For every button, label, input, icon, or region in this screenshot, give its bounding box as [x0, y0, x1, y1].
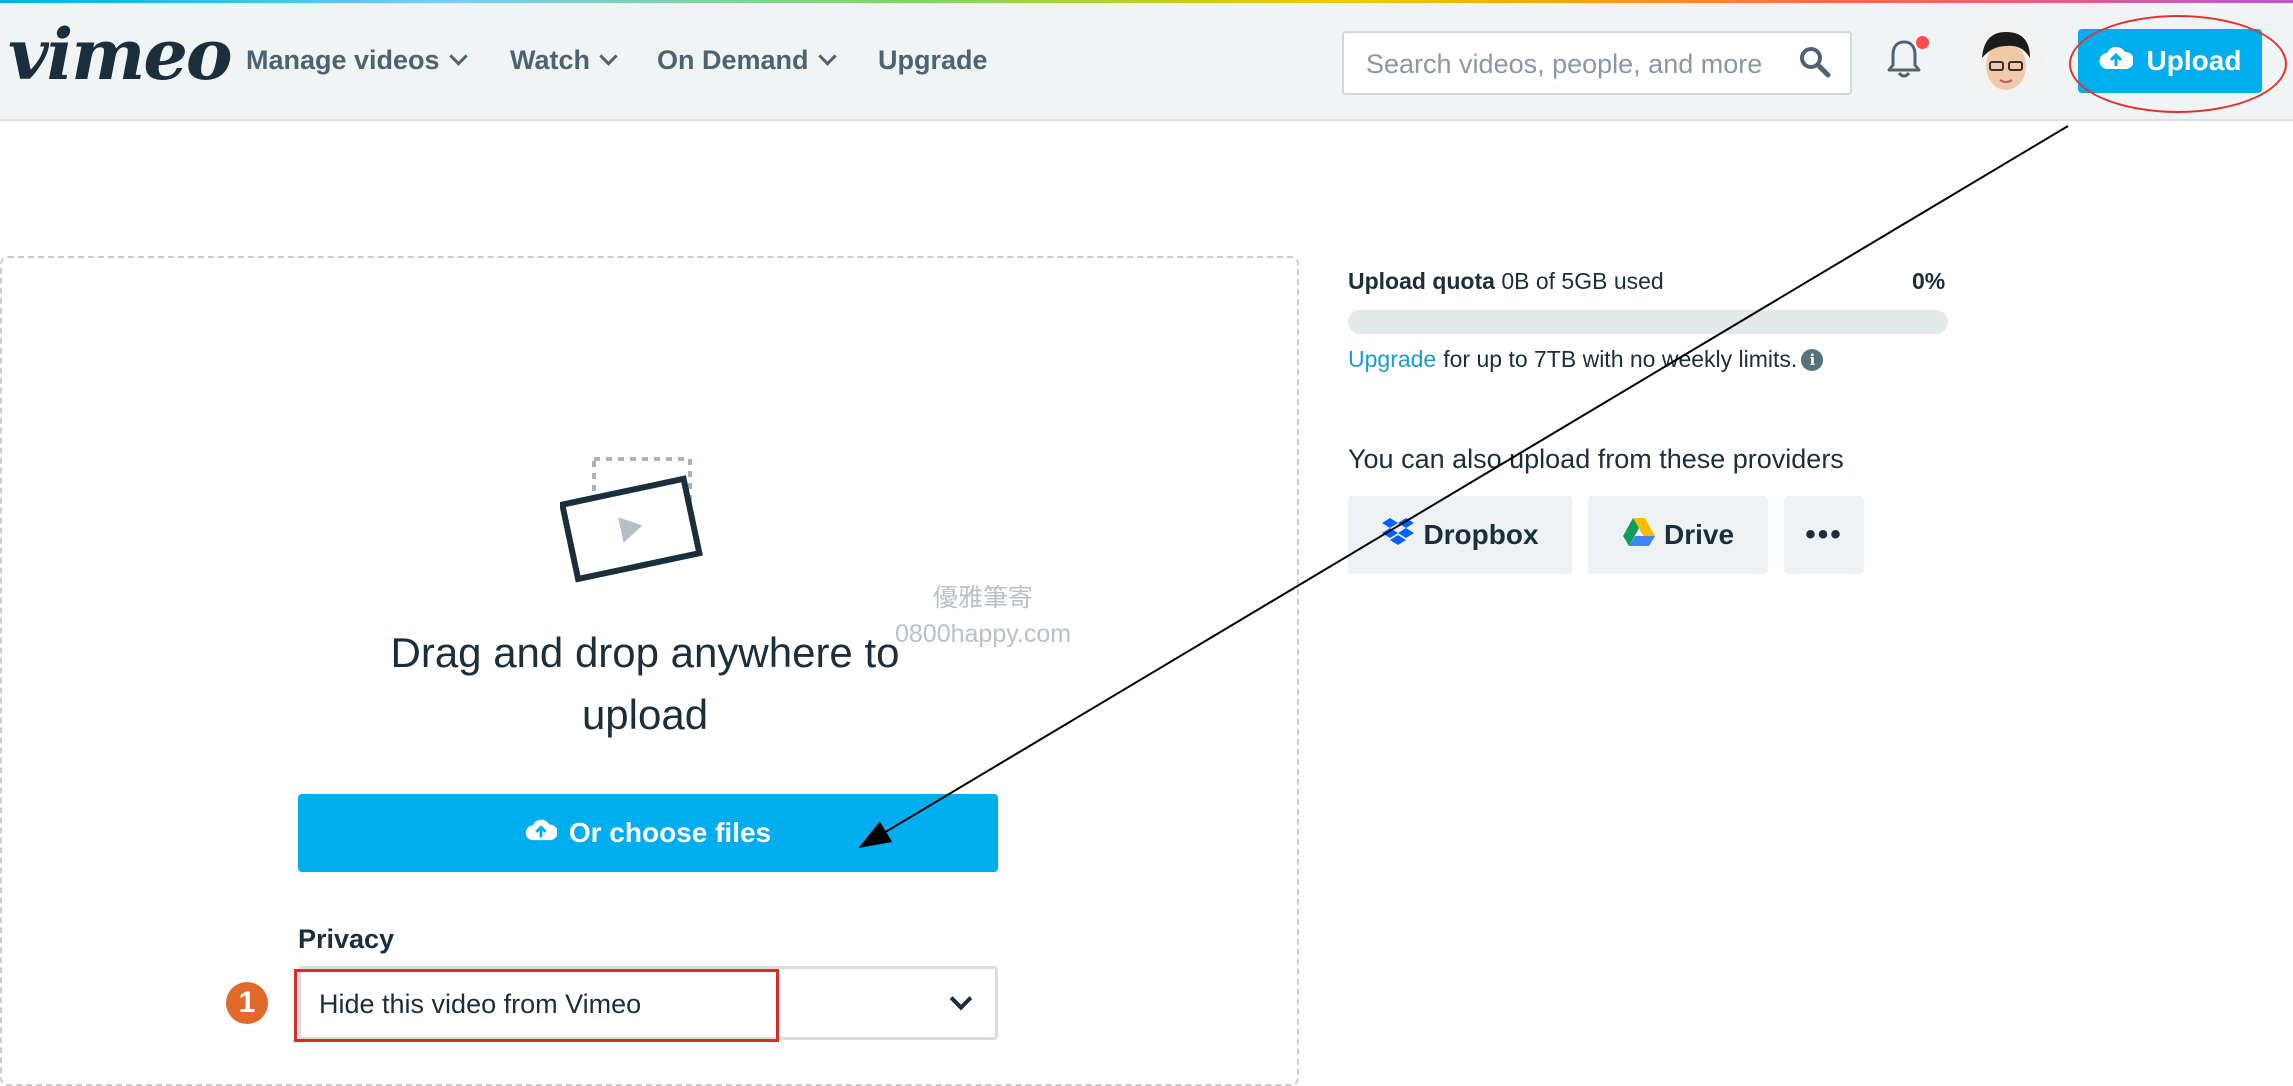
- quota-used: 0B of 5GB used: [1501, 268, 1664, 294]
- info-icon[interactable]: i: [1801, 348, 1824, 371]
- choose-files-button[interactable]: Or choose files: [298, 794, 998, 872]
- nav-watch-label: Watch: [510, 45, 590, 75]
- notification-dot: [1916, 36, 1929, 49]
- privacy-label: Privacy: [298, 924, 395, 954]
- watermark-line-2: 0800happy.com: [895, 620, 1072, 648]
- chevron-down-icon: [448, 47, 468, 66]
- drive-button[interactable]: Drive: [1588, 496, 1768, 574]
- dropbox-icon: [1381, 517, 1415, 554]
- drive-label: Drive: [1663, 519, 1735, 550]
- nav-manage-videos-label: Manage videos: [246, 45, 440, 75]
- chevron-down-icon: [817, 47, 837, 66]
- step-badge: 1: [226, 982, 268, 1024]
- quota-title: Upload quota: [1348, 268, 1495, 294]
- upgrade-link[interactable]: Upgrade: [1348, 346, 1436, 373]
- google-drive-icon: [1622, 517, 1656, 554]
- nav-upgrade[interactable]: Upgrade: [878, 45, 988, 76]
- search-input[interactable]: [1364, 43, 1788, 85]
- watermark: 優雅筆寄 0800happy.com: [895, 580, 1071, 652]
- more-providers-button[interactable]: •••: [1784, 496, 1864, 574]
- nav-upgrade-label: Upgrade: [878, 45, 988, 75]
- drop-instruction: Drag and drop anywhere to upload: [390, 629, 900, 738]
- nav-watch[interactable]: Watch: [510, 45, 618, 76]
- watermark-line-1: 優雅筆寄: [933, 584, 1034, 612]
- nav-on-demand[interactable]: On Demand: [657, 45, 837, 76]
- upgrade-line: Upgrade for up to 7TB with no weekly lim…: [1348, 346, 1824, 373]
- chevron-down-icon: [949, 987, 973, 1011]
- upload-quota-label: Upload quota 0B of 5GB used: [1348, 268, 1664, 295]
- top-navigation-bar: vimeo Manage videos Watch On Demand Upgr…: [0, 3, 2293, 121]
- avatar[interactable]: [1970, 24, 2042, 96]
- quota-percent: 0%: [1912, 268, 1946, 294]
- more-icon: •••: [1805, 518, 1843, 551]
- vimeo-logo[interactable]: vimeo: [8, 13, 233, 96]
- search-icon[interactable]: [1798, 45, 1832, 84]
- quota-progress-bar: [1348, 310, 1948, 334]
- annotation-ellipse: [2069, 15, 2287, 113]
- video-frame-icon: [558, 455, 740, 590]
- nav-on-demand-label: On Demand: [657, 45, 809, 75]
- choose-files-label: Or choose files: [568, 817, 772, 848]
- dropbox-label: Dropbox: [1423, 519, 1539, 550]
- providers-label: You can also upload from these providers: [1348, 444, 1844, 474]
- dropbox-button[interactable]: Dropbox: [1348, 496, 1572, 574]
- search-box: [1342, 31, 1852, 95]
- nav-manage-videos[interactable]: Manage videos: [246, 45, 468, 76]
- upgrade-text: for up to 7TB with no weekly limits.: [1443, 346, 1798, 372]
- chevron-down-icon: [599, 47, 618, 66]
- cloud-upload-icon: [525, 817, 558, 849]
- annotation-box: [294, 969, 779, 1042]
